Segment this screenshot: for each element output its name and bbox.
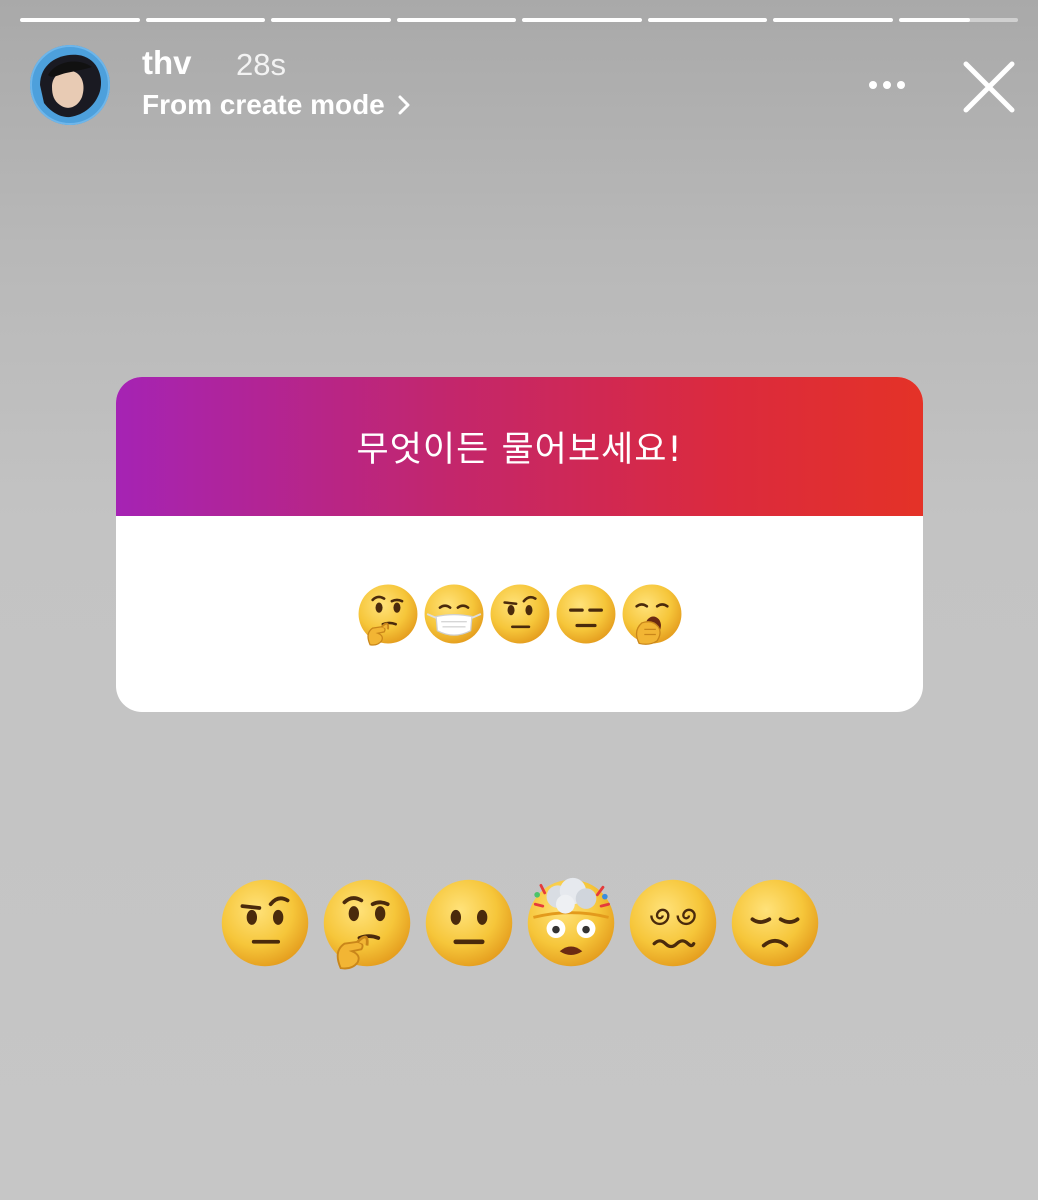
face-with-raised-eyebrow-icon (218, 876, 312, 970)
story-progress-segment (271, 18, 391, 22)
question-sticker-answer (116, 516, 923, 712)
disappointed-face-icon (728, 876, 822, 970)
username[interactable]: thv (142, 44, 192, 82)
post-timestamp: 28s (236, 47, 286, 82)
create-mode-label: From create mode (142, 89, 385, 120)
story-progress-segment (145, 18, 265, 22)
create-mode-link[interactable]: From create mode (142, 89, 413, 121)
close-icon[interactable] (960, 58, 1018, 116)
more-dots-icon[interactable] (862, 70, 912, 100)
story-progress-segment (522, 18, 642, 22)
face-with-spiral-eyes-icon (626, 876, 720, 970)
story-progress-bar (20, 18, 1018, 24)
story-progress-segment (647, 18, 767, 22)
story-progress-segment (396, 18, 516, 22)
emoji-sticker-row (218, 876, 822, 970)
thinking-face-icon (356, 582, 420, 646)
story-progress-segment (20, 18, 140, 22)
expressionless-face-icon (554, 582, 618, 646)
profile-avatar[interactable] (30, 45, 110, 125)
face-with-raised-eyebrow-icon (488, 582, 552, 646)
yawning-face-icon (620, 582, 684, 646)
face-with-medical-mask-icon (422, 582, 486, 646)
story-progress-segment (898, 18, 1018, 22)
avatar-image (30, 45, 110, 125)
neutral-face-icon (422, 876, 516, 970)
question-sticker[interactable]: 무엇이든 물어보세요! (116, 377, 923, 712)
story-progress-segment (773, 18, 893, 22)
question-sticker-title: 무엇이든 물어보세요! (356, 430, 683, 470)
thinking-face-icon (320, 876, 414, 970)
exploding-head-icon (524, 876, 618, 970)
chevron-right-icon (398, 95, 410, 115)
question-sticker-header: 무엇이든 물어보세요! (116, 377, 923, 516)
